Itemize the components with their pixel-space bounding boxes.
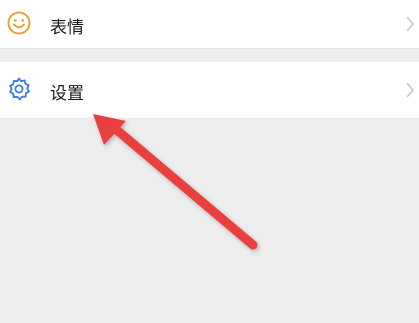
chevron-right-icon (406, 82, 415, 98)
smiley-face-icon (7, 11, 31, 35)
chevron-right-icon (406, 16, 415, 32)
menu-item-label: 设置 (50, 84, 84, 104)
menu-item-settings[interactable]: 设置 (0, 62, 419, 118)
menu-item-emoji[interactable]: 表情 (0, 0, 419, 48)
gear-icon (9, 77, 30, 101)
divider (0, 48, 419, 49)
menu-item-label: 表情 (50, 18, 84, 38)
